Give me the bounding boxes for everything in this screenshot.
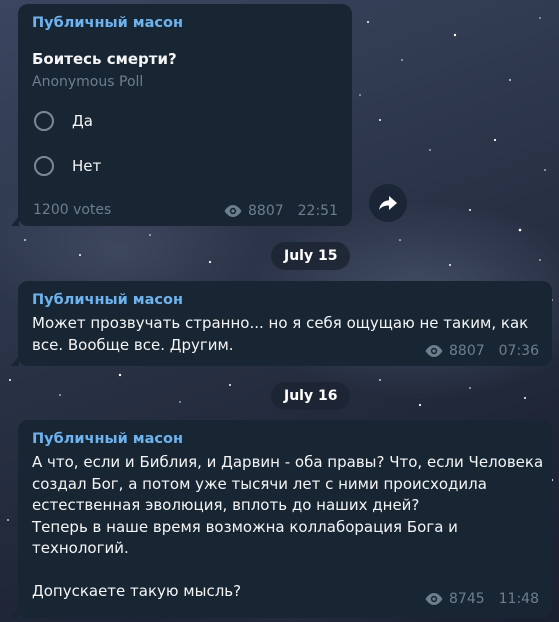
radio-button[interactable] (34, 156, 54, 176)
message-text: Публичный масон А что, если и Библия, и … (11, 420, 552, 618)
message-time: 22:51 (297, 203, 338, 219)
poll-votes-count: 1200 votes (33, 202, 112, 218)
bubble-tail (11, 356, 19, 366)
bubble-tail (11, 608, 19, 618)
message-meta: 8745 11:48 (424, 591, 539, 607)
message-meta: 8807 22:51 (223, 203, 338, 219)
poll-option-yes[interactable]: Да (34, 111, 93, 131)
views-count: 8745 (449, 591, 485, 607)
message-text: Публичный масон Может прозвучать странно… (11, 281, 552, 366)
message-author[interactable]: Публичный масон (32, 431, 183, 447)
message-body: А что, если и Библия, и Дарвин - оба пра… (32, 453, 544, 600)
message-author[interactable]: Публичный масон (32, 292, 183, 308)
message-author[interactable]: Публичный масон (32, 15, 183, 31)
radio-button[interactable] (34, 111, 54, 131)
poll-option-no[interactable]: Нет (34, 156, 101, 176)
share-button[interactable] (369, 184, 407, 222)
poll-option-label: Нет (72, 157, 102, 175)
message-time: 11:48 (498, 591, 539, 607)
bubble-tail (11, 216, 19, 226)
date-separator: July 15 (271, 242, 351, 270)
eye-icon (425, 593, 443, 605)
eye-icon (224, 205, 242, 217)
message-meta: 8807 07:36 (424, 343, 539, 359)
date-separator: July 16 (271, 382, 351, 410)
views-count: 8807 (248, 203, 284, 219)
poll-option-label: Да (72, 112, 93, 130)
poll-question: Боитесь смерти? (32, 50, 177, 68)
views-count: 8807 (449, 343, 485, 359)
share-arrow-icon (379, 196, 397, 210)
message-time: 07:36 (498, 343, 539, 359)
poll-type-label: Anonymous Poll (32, 74, 144, 90)
message-poll: Публичный масон Боитесь смерти? Anonymou… (11, 4, 352, 226)
eye-icon (425, 345, 443, 357)
